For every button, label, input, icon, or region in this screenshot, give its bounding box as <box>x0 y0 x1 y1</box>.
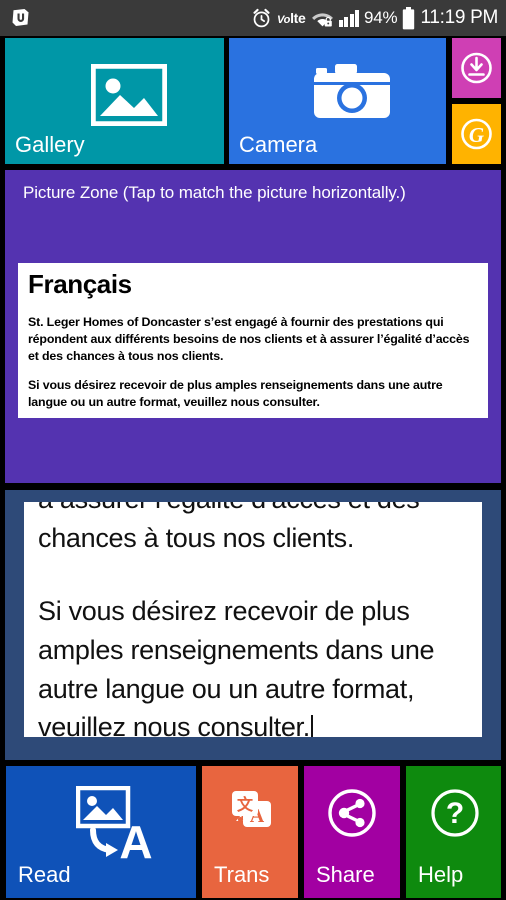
bottom-tile-bar: A Read A 文 Trans Share ? Help <box>0 766 506 900</box>
download-circle-icon <box>460 46 493 95</box>
top-tile-row: Gallery Camera G <box>0 38 506 166</box>
picture-zone[interactable]: Picture Zone (Tap to match the picture h… <box>5 170 501 483</box>
text-caret <box>310 715 313 737</box>
document-image: Français St. Leger Homes of Doncaster s’… <box>18 263 488 410</box>
volte-indicator: Volte <box>277 10 306 26</box>
gallery-image-icon <box>90 63 168 131</box>
trans-label: Trans <box>214 862 270 887</box>
camera-button[interactable]: Camera <box>229 38 446 164</box>
text-zone: à assurer l’égalité d’accès et des chanc… <box>5 490 501 760</box>
document-heading: Français <box>28 269 132 299</box>
svg-text:?: ? <box>446 797 464 830</box>
status-bar-right: Volte 94% 11:19 PM <box>251 6 498 30</box>
help-button[interactable]: ? Help <box>406 766 501 898</box>
wifi-secured-icon <box>311 9 334 28</box>
text-line-2: chances à tous nos clients. <box>38 522 355 553</box>
trans-button[interactable]: A 文 Trans <box>202 766 298 898</box>
text-paragraph-2: Si vous désirez recevoir de plus amples … <box>38 592 472 737</box>
svg-text:A: A <box>119 816 152 862</box>
text-line-clipped: à assurer l’égalité d’accès et des <box>38 502 472 519</box>
document-paragraph-1: St. Leger Homes of Doncaster s’est engag… <box>28 315 470 363</box>
download-button[interactable] <box>452 38 501 98</box>
image-to-text-icon: A <box>75 785 156 868</box>
status-bar-left <box>10 7 32 29</box>
read-button[interactable]: A Read <box>6 766 196 898</box>
gallery-label: Gallery <box>15 132 85 157</box>
app-notification-icon <box>10 7 32 29</box>
g-circle-icon: G <box>460 112 493 161</box>
svg-text:G: G <box>469 123 484 147</box>
read-label: Read <box>18 862 71 887</box>
app-root: Volte 94% 11:19 PM Gallery Camera G Pict… <box>0 0 506 900</box>
help-label: Help <box>418 862 464 887</box>
gallery-button[interactable]: Gallery <box>5 38 224 164</box>
recognized-text-field[interactable]: à assurer l’égalité d’accès et des chanc… <box>24 502 482 737</box>
clock-label: 11:19 PM <box>420 7 498 28</box>
question-mark-icon: ? <box>430 788 480 843</box>
share-button[interactable]: Share <box>304 766 400 898</box>
battery-full-icon <box>402 6 415 30</box>
status-bar: Volte 94% 11:19 PM <box>0 0 506 36</box>
picture-preview[interactable]: Français St. Leger Homes of Doncaster s’… <box>18 263 488 418</box>
signal-bars-icon <box>338 9 360 27</box>
camera-label: Camera <box>239 132 318 157</box>
g-button[interactable]: G <box>452 104 501 164</box>
alarm-clock-icon <box>251 8 272 29</box>
text-blank-line <box>38 558 472 592</box>
camera-icon <box>313 60 391 127</box>
translate-icon: A 文 <box>227 788 275 841</box>
share-label: Share <box>316 862 375 887</box>
document-paragraph-2: Si vous désirez recevoir de plus amples … <box>28 378 443 409</box>
picture-zone-title: Picture Zone (Tap to match the picture h… <box>23 183 406 202</box>
svg-text:文: 文 <box>237 795 254 814</box>
share-icon <box>327 788 377 843</box>
battery-percent-label: 94% <box>364 8 398 27</box>
